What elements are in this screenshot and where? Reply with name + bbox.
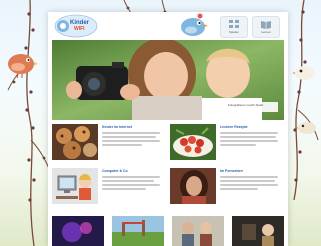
site-logo[interactable]: Kinder WIFI	[54, 14, 98, 38]
card-text-line	[102, 188, 146, 190]
card-text-line	[220, 140, 278, 142]
nav-label: Spielen	[228, 30, 239, 34]
small-bird-right-decoration	[292, 66, 315, 80]
content-card[interactable]: Computer & Co	[52, 168, 168, 206]
fruit-plate-image	[170, 124, 216, 160]
book-icon	[261, 21, 271, 29]
nav-button-lernen[interactable]: Lernen	[252, 16, 280, 38]
grid-icon	[229, 20, 239, 28]
hero-banner-photo[interactable]: Fotografieren macht Spaß	[52, 40, 284, 120]
card-thumbnail[interactable]	[170, 168, 216, 204]
card-text-line	[220, 180, 275, 182]
playground-image	[112, 216, 164, 246]
gallery-thumbnail[interactable]	[52, 216, 104, 246]
concert-image	[52, 216, 104, 246]
orange-bird-left-decoration	[8, 54, 38, 78]
header-blue-bird-icon	[181, 13, 208, 36]
content-card[interactable]: Leckere Rezepte	[170, 124, 286, 162]
computer-cartoon-image	[52, 168, 98, 204]
gallery-thumbnail[interactable]	[112, 216, 164, 246]
card-thumbnail[interactable]	[52, 124, 98, 160]
card-text-line	[220, 144, 256, 146]
main-page-panel: Kinder WIFI Spielen Lernen Fotografieren…	[48, 12, 288, 246]
card-title[interactable]: Im Fernsehen	[220, 169, 282, 173]
content-card[interactable]: Kinder im Internet	[52, 124, 168, 162]
gallery-thumbnail[interactable]	[232, 216, 284, 246]
card-text-line	[102, 140, 160, 142]
nav-button-spielen[interactable]: Spielen	[220, 16, 248, 38]
card-thumbnail[interactable]	[170, 124, 216, 160]
card-title[interactable]: Kinder im Internet	[102, 125, 164, 129]
card-text-line	[102, 184, 160, 186]
gallery-thumbnail[interactable]	[172, 216, 224, 246]
girl-portrait-image	[170, 168, 216, 204]
card-text-line	[102, 136, 156, 138]
card-text-line	[102, 176, 160, 178]
card-text-line	[220, 188, 258, 190]
card-text-line	[220, 176, 278, 178]
card-text-line	[220, 136, 276, 138]
card-title[interactable]: Leckere Rezepte	[220, 125, 282, 129]
card-text-line	[220, 132, 278, 134]
card-title[interactable]: Computer & Co	[102, 169, 164, 173]
studio-image	[232, 216, 284, 246]
nav-label: Lernen	[261, 30, 271, 34]
logo-subtitle: WIFI	[74, 26, 85, 32]
cookies-image	[52, 124, 98, 160]
people-image	[172, 216, 224, 246]
card-text-line	[220, 184, 278, 186]
content-card[interactable]: Im Fernsehen	[170, 168, 286, 206]
card-text-line	[102, 180, 154, 182]
hero-caption: Fotografieren macht Spaß	[226, 102, 278, 112]
card-thumbnail[interactable]	[52, 168, 98, 204]
site-header: Kinder WIFI Spielen Lernen	[48, 12, 288, 40]
small-bird-right-lower-decoration	[296, 122, 316, 134]
card-text-line	[102, 144, 142, 146]
card-text-line	[102, 132, 160, 134]
